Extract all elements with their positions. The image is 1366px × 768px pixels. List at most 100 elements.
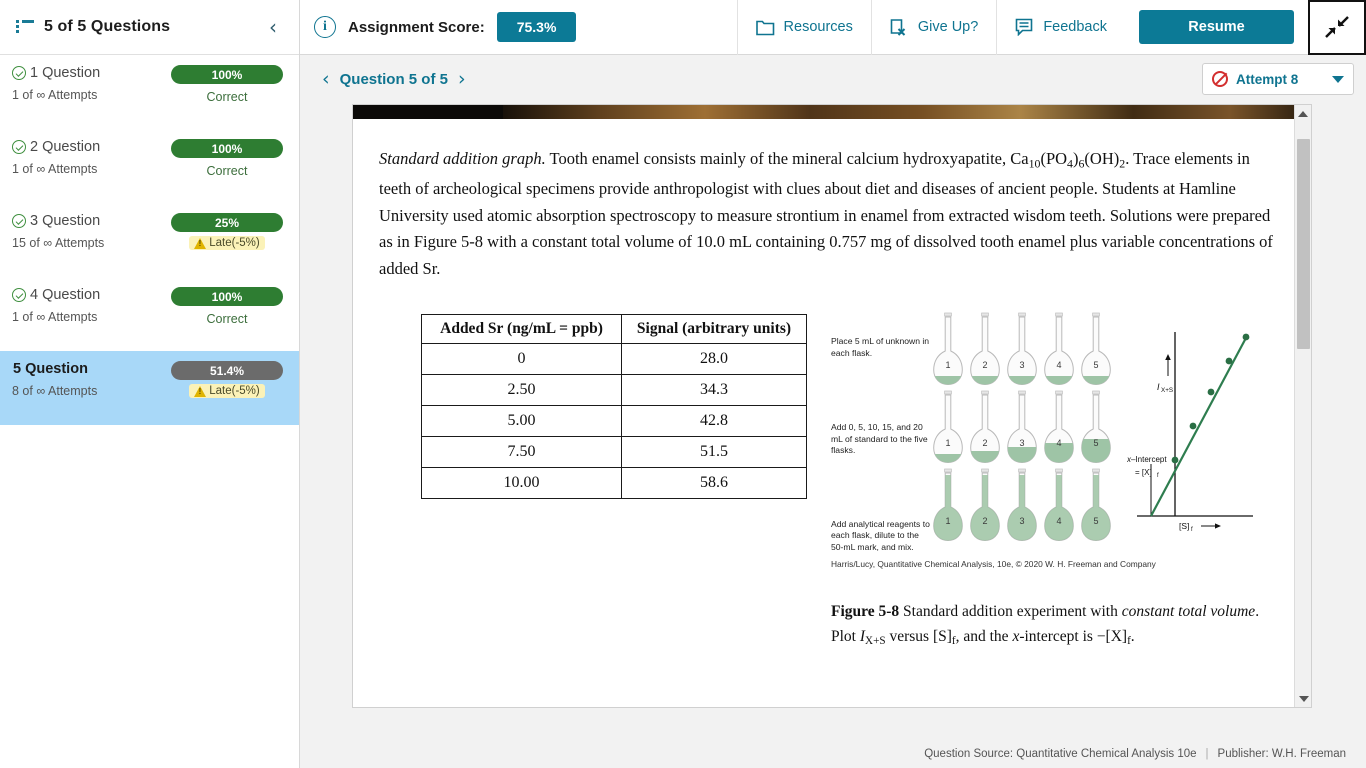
status-badge-label: Late(-5%) <box>209 237 260 249</box>
footer-bar: Question Source: Quantitative Chemical A… <box>300 740 1366 768</box>
svg-text:1: 1 <box>945 360 950 370</box>
score-pill: 51.4% <box>171 361 283 380</box>
figure-credit: Harris/Lucy, Quantitative Chemical Analy… <box>831 559 1156 570</box>
sidebar-question-item-1[interactable]: 1 Question 1 of ∞ Attempts 100% Correct <box>0 55 299 129</box>
flask-cell: 5 <box>1079 467 1113 548</box>
sidebar-question-score-group: 25% Late(-5%) <box>171 213 283 250</box>
question-list: 1 Question 1 of ∞ Attempts 100% Correct 2 Qu… <box>0 55 299 425</box>
flask-5: 5 <box>1081 312 1111 386</box>
flask-5: 5 <box>1081 390 1111 464</box>
svg-text:4: 4 <box>1056 516 1061 526</box>
check-circle-icon <box>12 214 26 228</box>
svg-text:X+S: X+S <box>1161 387 1173 394</box>
status-correct-label: Correct <box>206 164 248 178</box>
flask-3: 3 <box>1007 390 1037 464</box>
svg-text:1: 1 <box>945 516 950 526</box>
assignment-score-label: Assignment Score: <box>348 18 485 36</box>
triangle-up-icon <box>1298 110 1308 117</box>
table-cell: 5.00 <box>421 405 622 438</box>
flask-cell: 5 <box>1079 311 1113 392</box>
flask-cell: 1 <box>931 467 965 548</box>
question-nav-label: Question 5 of 5 <box>339 70 448 88</box>
sidebar-question-name: 2 Question <box>12 139 171 155</box>
figure-step-3: Add analytical reagents to each flask, d… <box>831 518 930 552</box>
flask-4: 4 <box>1044 468 1074 542</box>
table-header-cell: Added Sr (ng/mL = ppb) <box>421 314 622 345</box>
figure-diagram-row: Place 5 mL of unknown in each flask. Add… <box>831 311 1285 553</box>
svg-text:x–Intercept: x–Intercept <box>1127 455 1167 464</box>
flask-cell: 3 <box>1005 467 1039 548</box>
svg-text:f: f <box>1157 473 1159 479</box>
data-table: Added Sr (ng/mL = ppb) Signal (arbitrary… <box>421 314 807 500</box>
table-cell: 0 <box>421 343 622 376</box>
table-cell: 10.00 <box>421 467 622 500</box>
scroll-down-button[interactable] <box>1295 690 1311 707</box>
clipped-header-image <box>353 105 1311 119</box>
content-scrollbar[interactable] <box>1294 105 1311 707</box>
score-pill: 25% <box>171 213 283 232</box>
attempt-label: Attempt 8 <box>1236 71 1299 87</box>
sidebar-question-item-3[interactable]: 3 Question 15 of ∞ Attempts 25% Late(-5%) <box>0 203 299 277</box>
folder-icon <box>755 20 774 35</box>
flask-cell: 1 <box>931 311 965 392</box>
prompt-exponent: 2 <box>1020 706 1026 707</box>
flask-2: 2 <box>970 312 1000 386</box>
sidebar-question-label: 5 Question <box>13 361 88 377</box>
flask-cell: 5 <box>1079 389 1113 470</box>
flask-2: 2 <box>970 468 1000 542</box>
next-question-button[interactable]: › <box>448 66 476 92</box>
sidebar-question-item-4[interactable]: 4 Question 1 of ∞ Attempts 100% Correct <box>0 277 299 351</box>
publisher: Publisher: W.H. Freeman <box>1217 748 1346 760</box>
sidebar-question-info: 1 Question 1 of ∞ Attempts <box>12 65 171 102</box>
sidebar-question-label: 4 Question <box>30 287 101 303</box>
table-row: 2.50 34.3 <box>421 374 807 407</box>
flask-cell: 3 <box>1005 311 1039 392</box>
info-icon[interactable]: i <box>314 16 336 38</box>
sidebar-question-row: 4 Question 1 of ∞ Attempts 100% Correct <box>12 287 283 326</box>
sidebar-question-info: 5 Question 8 of ∞ Attempts <box>12 361 171 398</box>
sidebar-question-attempts: 15 of ∞ Attempts <box>12 236 105 250</box>
sidebar-question-attempts: 1 of ∞ Attempts <box>12 88 98 102</box>
attempt-selector[interactable]: Attempt 8 <box>1202 63 1354 95</box>
flask-4: 4 <box>1044 312 1074 386</box>
score-pill: 100% <box>171 287 283 306</box>
flask-3: 3 <box>1007 468 1037 542</box>
scrollbar-thumb[interactable] <box>1297 139 1310 349</box>
status-correct-label: Correct <box>206 90 248 104</box>
svg-text:5: 5 <box>1093 360 1098 370</box>
feedback-label: Feedback <box>1043 19 1107 35</box>
svg-text:4: 4 <box>1056 438 1061 448</box>
sidebar-question-label: 1 Question <box>30 65 101 81</box>
table-row: 5.00 42.8 <box>421 405 807 438</box>
svg-text:3: 3 <box>1019 516 1024 526</box>
scroll-up-button[interactable] <box>1295 105 1311 122</box>
flask-1: 1 <box>933 312 963 386</box>
table-cell: 51.5 <box>621 436 807 469</box>
sidebar-question-item-5[interactable]: 5 Question 8 of ∞ Attempts 51.4% Late(-5%) <box>0 351 299 425</box>
figure-step-2: Add 0, 5, 10, 15, and 20 mL of standard … <box>831 422 928 456</box>
prev-question-button[interactable]: ‹ <box>312 66 340 92</box>
feedback-button[interactable]: Feedback <box>996 0 1125 55</box>
sidebar-question-attempts: 1 of ∞ Attempts <box>12 162 98 176</box>
sidebar-collapse-button[interactable]: ‹ <box>263 15 283 39</box>
score-pill: 100% <box>171 65 283 84</box>
flask-cell: 3 <box>1005 389 1039 470</box>
exit-fullscreen-button[interactable] <box>1308 0 1366 55</box>
figure-caption-italic: constant total volume <box>1121 603 1256 621</box>
sidebar-title: 5 of 5 Questions <box>44 18 171 35</box>
sidebar-question-name: 1 Question <box>12 65 171 81</box>
table-cell: 28.0 <box>621 343 807 376</box>
resources-button[interactable]: Resources <box>736 0 871 55</box>
sidebar-question-item-2[interactable]: 2 Question 1 of ∞ Attempts 100% Correct <box>0 129 299 203</box>
resume-button[interactable]: Resume <box>1139 10 1294 44</box>
flask-cell: 2 <box>968 311 1002 392</box>
give-up-button[interactable]: Give Up? <box>870 0 996 55</box>
flask-5: 5 <box>1081 468 1111 542</box>
list-icon <box>16 20 34 34</box>
figure-caption-f: . <box>1130 628 1135 646</box>
give-up-label: Give Up? <box>917 19 979 35</box>
flask-row-1: 1 2 3 4 5 <box>931 311 1121 392</box>
question-sidebar: 5 of 5 Questions ‹ 1 Question 1 of ∞ Atte… <box>0 0 300 768</box>
comment-icon <box>1016 18 1033 36</box>
svg-text:1: 1 <box>945 438 950 448</box>
